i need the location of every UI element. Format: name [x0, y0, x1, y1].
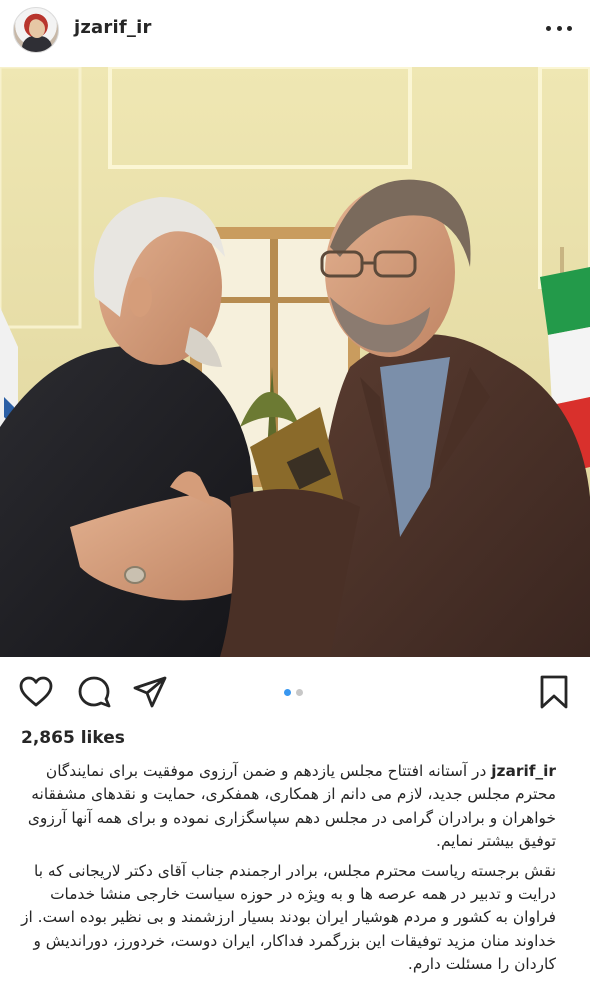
caption-paragraph-1: jzarif_ir در آستانه افتتاح مجلس یازدهم و… — [18, 760, 556, 854]
carousel-dot-active — [284, 689, 291, 696]
bookmark-icon[interactable] — [536, 674, 572, 710]
avatar[interactable] — [13, 7, 59, 53]
share-icon[interactable] — [132, 674, 168, 710]
comment-icon[interactable] — [76, 674, 112, 710]
post-photo-illustration — [0, 67, 590, 657]
avatar-figure-face — [29, 20, 45, 38]
carousel-indicator — [284, 689, 303, 696]
caption-username[interactable]: jzarif_ir — [491, 762, 556, 780]
post-action-bar — [0, 668, 590, 716]
carousel-dot — [296, 689, 303, 696]
avatar-figure-body — [22, 36, 52, 52]
post-header: jzarif_ir — [0, 0, 590, 62]
header-username[interactable]: jzarif_ir — [74, 17, 152, 38]
caption-paragraph-2: نقش برجسته ریاست محترم مجلس، برادر ارجمن… — [21, 861, 556, 974]
likes-count[interactable]: 2,865 likes — [21, 728, 125, 748]
post-photo[interactable] — [0, 67, 590, 657]
heart-icon[interactable] — [18, 674, 54, 710]
caption-text-1: در آستانه افتتاح مجلس یازدهم و ضمن آرزوی… — [27, 762, 556, 851]
post-caption: jzarif_ir در آستانه افتتاح مجلس یازدهم و… — [18, 760, 556, 977]
more-icon[interactable] — [546, 18, 572, 38]
